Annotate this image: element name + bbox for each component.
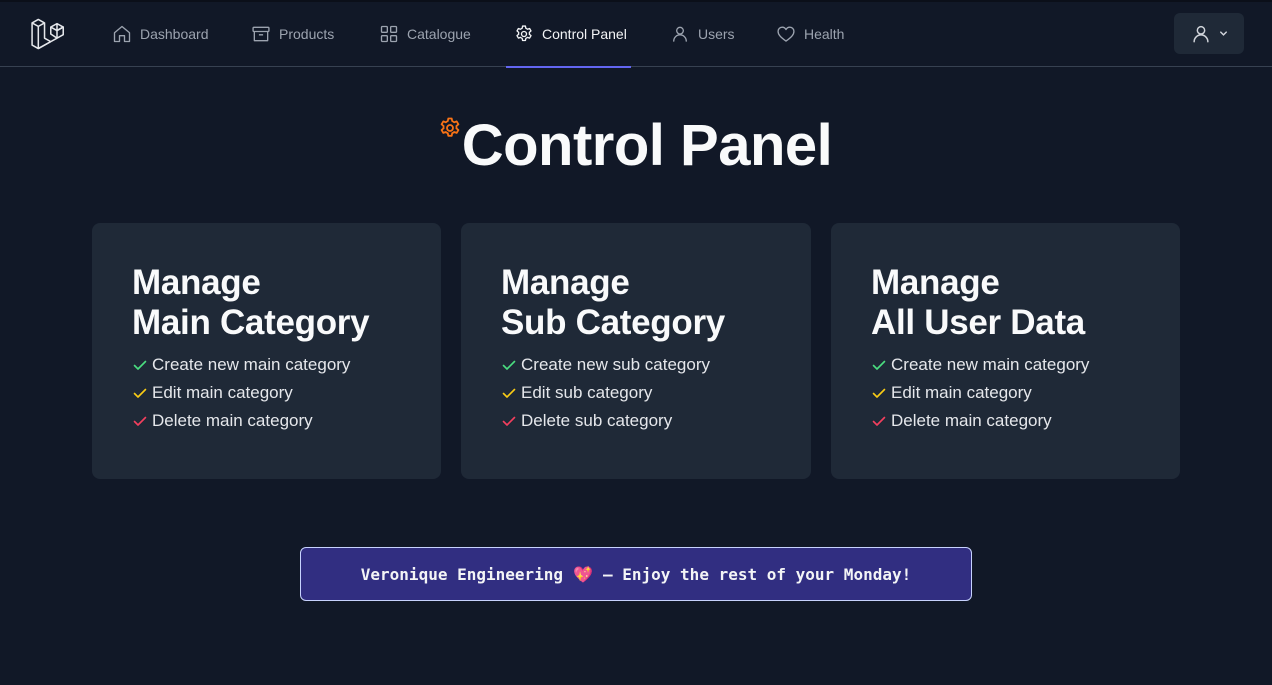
feature-text: Delete sub category xyxy=(521,411,673,430)
card-title-line: Manage xyxy=(501,263,630,302)
feature-text: Edit sub category xyxy=(521,383,653,402)
card-title-line: Manage xyxy=(132,263,261,302)
user-menu-button[interactable] xyxy=(1174,13,1244,54)
manage-main-category-card[interactable]: Manage Main Category Create new main cat… xyxy=(92,223,441,479)
list-item: Create new main category xyxy=(871,351,1140,379)
card-title-line: Sub Category xyxy=(501,303,725,342)
feature-list: Create new main category Edit main categ… xyxy=(132,351,401,435)
feature-text: Delete main category xyxy=(152,411,313,430)
nav-label: Catalogue xyxy=(407,25,471,42)
archive-box-icon xyxy=(252,26,270,41)
feature-text: Create new sub category xyxy=(521,355,710,374)
card-title-line: Main Category xyxy=(132,303,370,342)
check-icon xyxy=(872,416,886,426)
banner-message: — Enjoy the rest of your Monday! xyxy=(602,564,912,584)
list-item: Delete main category xyxy=(132,407,401,435)
page-title: Control Panel xyxy=(461,113,833,178)
check-icon xyxy=(872,360,886,370)
check-icon xyxy=(133,388,147,398)
feature-text: Create new main category xyxy=(891,355,1090,374)
feature-text: Edit main category xyxy=(891,383,1032,402)
list-item: Create new main category xyxy=(132,351,401,379)
home-icon xyxy=(113,25,131,42)
banner-brand: Veronique Engineering xyxy=(360,564,564,584)
gear-icon xyxy=(440,117,460,137)
nav-label: Users xyxy=(698,25,735,42)
user-avatar-icon xyxy=(1192,25,1209,43)
sparkling-heart-icon: 💖 xyxy=(573,564,593,584)
manage-sub-category-card[interactable]: Manage Sub Category Create new sub categ… xyxy=(461,223,811,479)
user-icon xyxy=(673,26,687,42)
nav-label: Products xyxy=(279,25,335,42)
list-item: Delete main category xyxy=(871,407,1140,435)
grid-icon xyxy=(380,25,398,42)
nav-health[interactable]: Health xyxy=(776,0,844,67)
feature-text: Edit main category xyxy=(152,383,293,402)
nav-label: Control Panel xyxy=(542,25,627,42)
list-item: Edit main category xyxy=(871,379,1140,407)
check-icon xyxy=(133,416,147,426)
nav-products[interactable]: Products xyxy=(251,0,334,67)
check-icon xyxy=(502,360,516,370)
footer-banner: Veronique Engineering 💖 — Enjoy the rest… xyxy=(300,547,972,601)
check-icon xyxy=(502,388,516,398)
list-item: Create new sub category xyxy=(501,351,771,379)
feature-list: Create new main category Edit main categ… xyxy=(871,351,1140,435)
card-title-line: Manage xyxy=(871,263,1000,302)
top-navbar: Dashboard Products Catalogue Control Pan… xyxy=(0,0,1272,68)
card-title: Manage Sub Category xyxy=(501,263,771,343)
feature-text: Delete main category xyxy=(891,411,1052,430)
list-item: Delete sub category xyxy=(501,407,771,435)
list-item: Edit main category xyxy=(132,379,401,407)
page-header: Control Panel xyxy=(0,112,1272,180)
check-icon xyxy=(872,388,886,398)
nav-catalogue[interactable]: Catalogue xyxy=(379,0,471,67)
nav-dashboard[interactable]: Dashboard xyxy=(112,0,209,67)
nav-label: Dashboard xyxy=(140,25,209,42)
card-title: Manage Main Category xyxy=(132,263,401,343)
laravel-logo-icon[interactable] xyxy=(30,16,66,52)
heart-icon xyxy=(777,26,795,42)
gear-icon xyxy=(516,24,532,41)
feature-text: Create new main category xyxy=(152,355,351,374)
nav-users[interactable]: Users xyxy=(670,0,735,67)
check-icon xyxy=(502,416,516,426)
card-title: Manage All User Data xyxy=(871,263,1140,343)
list-item: Edit sub category xyxy=(501,379,771,407)
nav-control-panel[interactable]: Control Panel xyxy=(506,0,631,68)
card-title-line: All User Data xyxy=(871,303,1085,342)
nav-label: Health xyxy=(804,25,845,42)
manage-all-user-data-card[interactable]: Manage All User Data Create new main cat… xyxy=(831,223,1180,479)
feature-list: Create new sub category Edit sub categor… xyxy=(501,351,771,435)
check-icon xyxy=(133,360,147,370)
chevron-down-icon xyxy=(1219,31,1227,36)
